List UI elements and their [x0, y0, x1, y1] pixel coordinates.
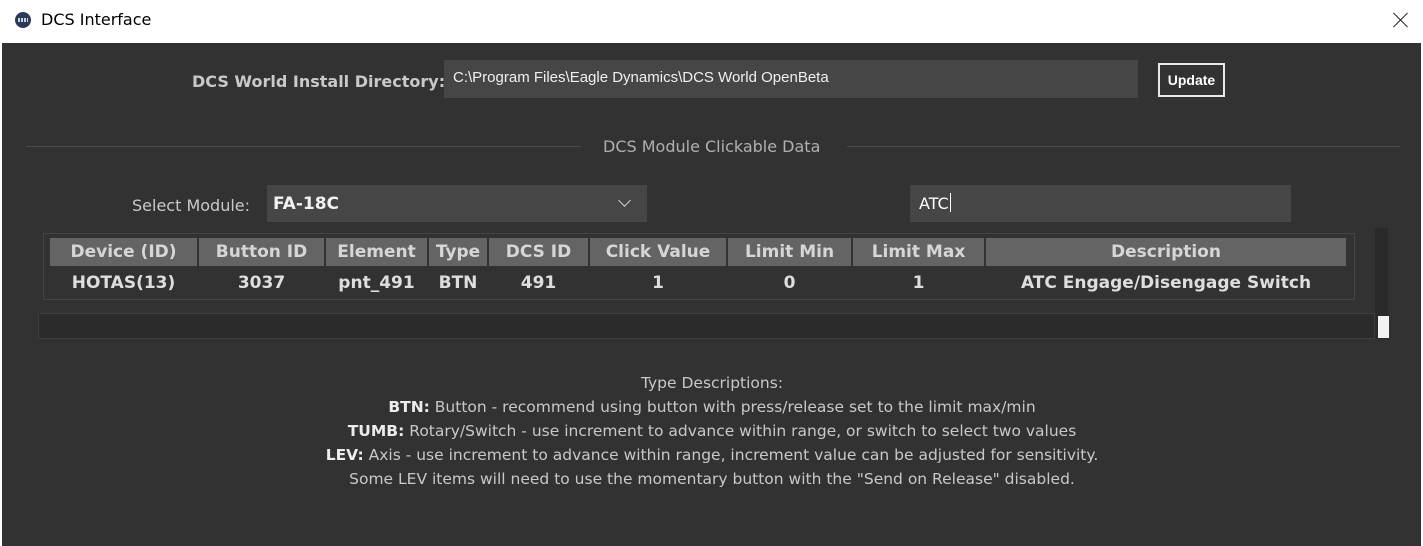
column-header-dcs-id[interactable]: DCS ID	[489, 238, 588, 266]
table-cell-button-id[interactable]: 3037	[199, 270, 324, 296]
section-title: DCS Module Clickable Data	[603, 137, 821, 156]
window-title: DCS Interface	[41, 10, 152, 29]
title-bar: DCS Interface	[0, 0, 1423, 42]
type-key-btn: BTN:	[388, 398, 430, 416]
module-selected-value: FA-18C	[273, 194, 340, 214]
type-text-lev: Axis - use increment to advance within r…	[363, 446, 1099, 464]
column-header-description[interactable]: Description	[986, 238, 1346, 266]
type-description-note: Some LEV items will need to use the mome…	[349, 470, 1075, 488]
type-description-lev: LEV: Axis - use increment to advance wit…	[252, 446, 1172, 464]
table-cell-device-id[interactable]: HOTAS(13)	[50, 270, 197, 296]
column-header-button-id[interactable]: Button ID	[199, 238, 324, 266]
install-directory-input[interactable]: C:\Program Files\Eagle Dynamics\DCS Worl…	[444, 60, 1138, 98]
text-caret	[949, 193, 951, 212]
table-cell-dcs-id[interactable]: 491	[489, 270, 588, 296]
table-cell-click-value[interactable]: 1	[590, 270, 726, 296]
type-description-tumb: TUMB: Rotary/Switch - use increment to a…	[252, 422, 1172, 440]
column-header-click-value[interactable]: Click Value	[590, 238, 726, 266]
horizontal-scrollbar[interactable]	[38, 313, 1375, 339]
table-cell-element[interactable]: pnt_491	[326, 270, 427, 296]
chevron-down-icon	[618, 194, 631, 207]
type-text-btn: Button - recommend using button with pre…	[429, 398, 1036, 416]
vertical-scrollbar-thumb[interactable]	[1378, 316, 1389, 338]
clickable-data-table: Device (ID) Button ID Element Type DCS I…	[43, 233, 1355, 300]
update-button[interactable]: Update	[1158, 63, 1225, 97]
search-input[interactable]: ATC	[910, 185, 1291, 222]
type-key-tumb: TUMB:	[347, 422, 405, 440]
module-dropdown[interactable]: FA-18C	[267, 185, 647, 222]
separator-right	[847, 146, 1400, 147]
table-cell-type[interactable]: BTN	[429, 270, 487, 296]
main-panel: DCS World Install Directory: C:\Program …	[2, 43, 1421, 546]
type-key-lev: LEV:	[325, 446, 364, 464]
column-header-type[interactable]: Type	[429, 238, 487, 266]
column-header-device-id[interactable]: Device (ID)	[50, 238, 197, 266]
install-directory-label: DCS World Install Directory:	[192, 72, 446, 91]
table-cell-limit-min[interactable]: 0	[728, 270, 851, 296]
table-cell-limit-max[interactable]: 1	[853, 270, 984, 296]
close-icon[interactable]	[1386, 6, 1416, 34]
column-header-limit-min[interactable]: Limit Min	[728, 238, 851, 266]
type-text-tumb: Rotary/Switch - use increment to advance…	[404, 422, 1077, 440]
table-cell-description[interactable]: ATC Engage/Disengage Switch	[986, 270, 1346, 296]
separator-left	[26, 146, 581, 147]
search-input-value: ATC	[919, 194, 949, 213]
column-header-limit-max[interactable]: Limit Max	[853, 238, 984, 266]
type-descriptions-heading: Type Descriptions:	[640, 374, 784, 392]
select-module-label: Select Module:	[132, 196, 251, 215]
column-header-element[interactable]: Element	[326, 238, 427, 266]
type-description-btn: BTN: Button - recommend using button wit…	[252, 398, 1172, 416]
app-icon	[15, 12, 31, 28]
